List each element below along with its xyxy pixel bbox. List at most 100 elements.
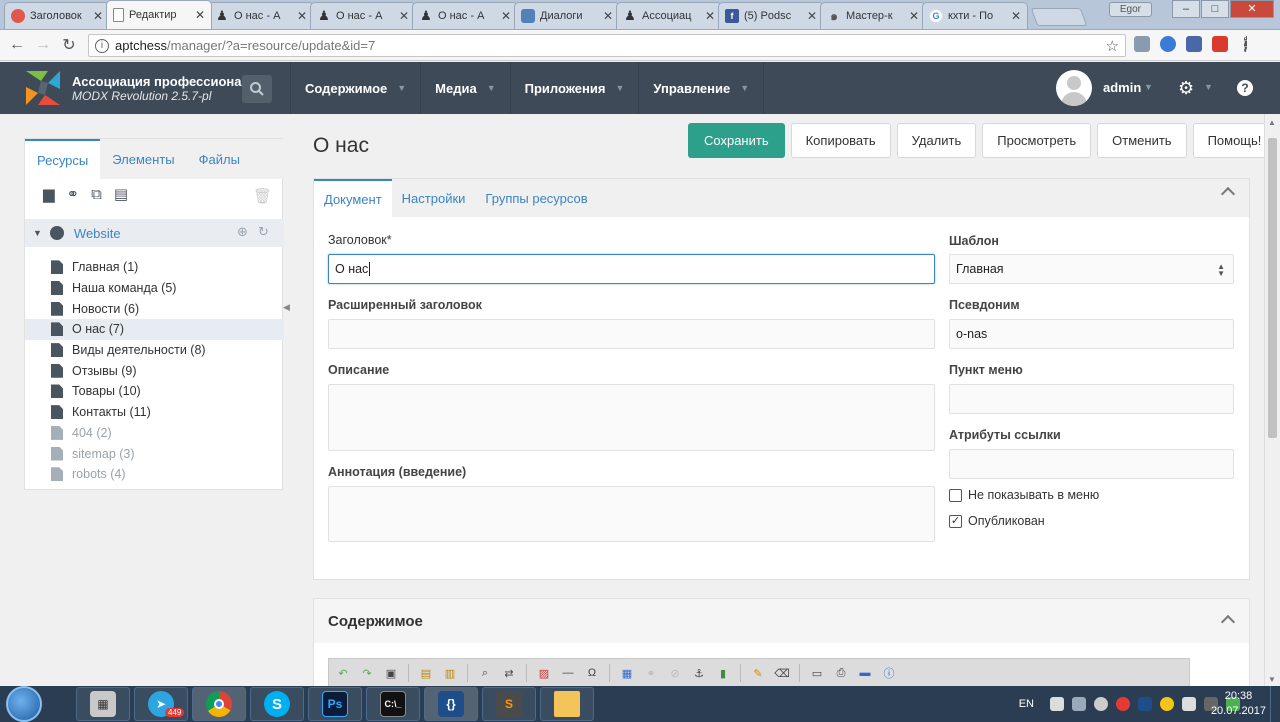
- extension-icon[interactable]: [1160, 36, 1176, 52]
- pagetitle-field[interactable]: О нас: [328, 254, 935, 284]
- scrollbar-thumb[interactable]: [1268, 138, 1277, 438]
- print-icon[interactable]: ⎙: [831, 664, 851, 682]
- copy-button[interactable]: Копировать: [790, 123, 891, 158]
- select-all-icon[interactable]: ▣: [381, 664, 401, 682]
- image-icon[interactable]: ▨: [534, 664, 554, 682]
- save-button[interactable]: Сохранить: [688, 123, 785, 158]
- browser-tab[interactable]: Gкхти - По ✕: [922, 2, 1028, 29]
- extension-icon[interactable]: [1134, 36, 1150, 52]
- pencil-icon[interactable]: ✎: [748, 664, 768, 682]
- add-circle-icon[interactable]: ⊕: [237, 224, 248, 240]
- view-button[interactable]: Просмотреть: [982, 123, 1092, 158]
- description-field[interactable]: [328, 384, 935, 451]
- page-scrollbar[interactable]: ▲ ▼: [1264, 114, 1280, 686]
- undo-icon[interactable]: ↶: [333, 664, 353, 682]
- taskbar-explorer[interactable]: [540, 687, 594, 721]
- close-icon[interactable]: ✕: [297, 9, 307, 23]
- taskbar-telegram[interactable]: ➤ 449: [134, 687, 188, 721]
- link-attributes-field[interactable]: [949, 449, 1234, 479]
- tree-node[interactable]: Наша команда (5): [25, 278, 284, 299]
- introtext-field[interactable]: [328, 486, 935, 542]
- site-name[interactable]: Ассоциация профессиона...: [72, 74, 252, 89]
- taskbar-console[interactable]: C:\_: [366, 687, 420, 721]
- browser-tab[interactable]: ♟ О нас - А ✕: [310, 2, 416, 29]
- browser-profile[interactable]: Egor: [1108, 2, 1152, 17]
- extension-icon[interactable]: [1212, 36, 1228, 52]
- trash-icon[interactable]: 🗑: [253, 187, 272, 205]
- browser-tab[interactable]: f (5) Podsc ✕: [718, 2, 824, 29]
- delete-button[interactable]: Удалить: [896, 123, 977, 158]
- taskbar-sublime[interactable]: S: [482, 687, 536, 721]
- modx-logo-icon[interactable]: [26, 71, 60, 105]
- refresh-icon[interactable]: ↻: [258, 224, 269, 240]
- taskbar-skype[interactable]: S: [250, 687, 304, 721]
- tree-node[interactable]: О нас (7): [25, 319, 284, 340]
- volume-icon[interactable]: [1094, 697, 1108, 711]
- replace-icon[interactable]: ⇄: [499, 664, 519, 682]
- close-icon[interactable]: ✕: [909, 9, 919, 23]
- code-tray-icon[interactable]: [1138, 697, 1152, 711]
- caret-down-icon[interactable]: ▼: [1204, 82, 1213, 92]
- tab-elements[interactable]: Элементы: [100, 139, 186, 179]
- media-icon[interactable]: ▮: [713, 664, 733, 682]
- copy-icon[interactable]: ⧉: [91, 186, 102, 203]
- tree-node[interactable]: sitemap (3): [25, 443, 284, 464]
- notes-icon[interactable]: [1160, 697, 1174, 711]
- paste-icon[interactable]: ▤: [416, 664, 436, 682]
- fullscreen-icon[interactable]: ▬: [855, 664, 875, 682]
- tree-node[interactable]: Виды деятельности (8): [25, 340, 284, 361]
- cloud-icon[interactable]: [1182, 697, 1196, 711]
- bookmark-star-icon[interactable]: ☆: [1106, 37, 1119, 55]
- window-close-button[interactable]: ✕: [1230, 0, 1274, 18]
- template-select[interactable]: Главная ▲ ▼: [949, 254, 1234, 284]
- minimize-button[interactable]: –: [1172, 0, 1200, 18]
- browser-tab[interactable]: ♟ О нас - А ✕: [208, 2, 314, 29]
- unlink-icon[interactable]: ⊘: [665, 664, 685, 682]
- back-arrow-icon[interactable]: ←: [4, 36, 30, 54]
- extension-icon[interactable]: [1186, 36, 1202, 52]
- forward-arrow-icon[interactable]: →: [30, 36, 56, 54]
- start-button[interactable]: [6, 686, 42, 722]
- tree-node[interactable]: Товары (10): [25, 381, 284, 402]
- collapse-left-panel-icon[interactable]: ◀: [283, 302, 290, 313]
- reload-icon[interactable]: ↻: [56, 35, 82, 55]
- close-icon[interactable]: ✕: [807, 9, 817, 23]
- close-icon[interactable]: ✕: [705, 9, 715, 23]
- taskbar-chrome[interactable]: [192, 687, 246, 721]
- static-resource-icon[interactable]: ▤: [114, 185, 128, 203]
- tree-node[interactable]: Отзывы (9): [25, 360, 284, 381]
- tree-node[interactable]: robots (4): [25, 464, 284, 485]
- checkbox-unchecked-icon[interactable]: [949, 488, 962, 502]
- menu-manage[interactable]: Управление ▼: [638, 62, 765, 114]
- tab-files[interactable]: Файлы: [187, 139, 252, 179]
- anchor-icon[interactable]: ⚓: [689, 664, 709, 682]
- tab-document[interactable]: Документ: [314, 179, 392, 217]
- close-icon[interactable]: ✕: [1011, 9, 1021, 23]
- browser-tab[interactable]: Диалоги ✕: [514, 2, 620, 29]
- tree-node[interactable]: Новости (6): [25, 298, 284, 319]
- browser-tab[interactable]: ๑ Мастер-к ✕: [820, 2, 926, 29]
- find-icon[interactable]: ⌕: [475, 664, 495, 682]
- horizontal-rule-icon[interactable]: —: [558, 664, 578, 682]
- published-checkbox[interactable]: ✓ Опубликован: [949, 514, 1045, 528]
- flag-icon[interactable]: [1050, 697, 1064, 711]
- link-icon[interactable]: ⚭: [67, 185, 80, 203]
- new-tab-button[interactable]: [1030, 8, 1088, 26]
- help-icon[interactable]: ?: [1237, 80, 1253, 96]
- close-icon[interactable]: ✕: [195, 8, 205, 22]
- tab-settings[interactable]: Настройки: [392, 179, 476, 217]
- new-document-icon[interactable]: ▆: [43, 185, 55, 203]
- table-icon[interactable]: ▦: [617, 664, 637, 682]
- tab-resources[interactable]: Ресурсы: [25, 139, 101, 179]
- browser-tab[interactable]: Заголовок ✕: [4, 2, 110, 29]
- clock[interactable]: 20:38 20.07.2017: [1211, 689, 1266, 719]
- template-icon[interactable]: ▭: [807, 664, 827, 682]
- expand-caret-icon[interactable]: ▼: [33, 228, 42, 238]
- alias-field[interactable]: o-nas: [949, 319, 1234, 349]
- eraser-icon[interactable]: ⌫: [772, 664, 792, 682]
- scroll-up-icon[interactable]: ▲: [1268, 118, 1276, 127]
- paste-text-icon[interactable]: ▥: [440, 664, 460, 682]
- browser-tab[interactable]: ♟ О нас - А ✕: [412, 2, 518, 29]
- browser-tab[interactable]: ♟ Ассоциац ✕: [616, 2, 722, 29]
- longtitle-field[interactable]: [328, 319, 935, 349]
